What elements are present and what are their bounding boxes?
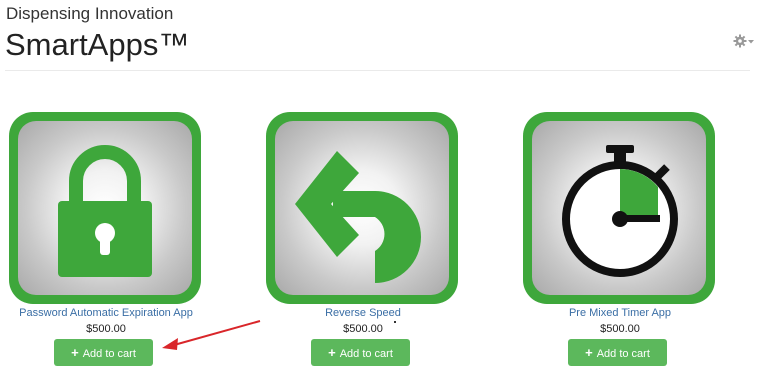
plus-icon: + xyxy=(328,345,336,360)
add-to-cart-button[interactable]: + Add to cart xyxy=(311,339,410,366)
plus-icon: + xyxy=(71,345,79,360)
chevron-down-icon xyxy=(748,40,754,44)
add-to-cart-label: Add to cart xyxy=(596,348,650,360)
stray-dot xyxy=(394,321,396,323)
page-title: SmartApps™ xyxy=(5,27,190,62)
header-divider xyxy=(5,70,750,71)
app-price: $500.00 xyxy=(600,323,640,335)
app-name-link[interactable]: Reverse Speed xyxy=(243,306,483,320)
app-tile[interactable] xyxy=(523,112,715,304)
lock-icon xyxy=(58,145,152,277)
company-name: Dispensing Innovation xyxy=(6,4,174,23)
smartapps-page: Dispensing Innovation SmartApps™ Passwor… xyxy=(0,0,761,368)
add-to-cart-button[interactable]: + Add to cart xyxy=(54,339,153,366)
add-to-cart-label: Add to cart xyxy=(82,348,136,360)
app-tile[interactable] xyxy=(9,112,201,304)
settings-menu-button[interactable] xyxy=(733,34,755,48)
reverse-arrow-icon xyxy=(295,151,421,283)
add-to-cart-button[interactable]: + Add to cart xyxy=(568,339,667,366)
app-tile[interactable] xyxy=(266,112,458,304)
plus-icon: + xyxy=(585,345,593,360)
gear-icon xyxy=(733,34,754,48)
annotation-arrow-icon xyxy=(162,320,261,350)
app-name-link[interactable]: Pre Mixed Timer App xyxy=(500,306,740,320)
app-price: $500.00 xyxy=(343,323,383,335)
add-to-cart-label: Add to cart xyxy=(339,348,393,360)
stopwatch-icon xyxy=(562,145,678,277)
